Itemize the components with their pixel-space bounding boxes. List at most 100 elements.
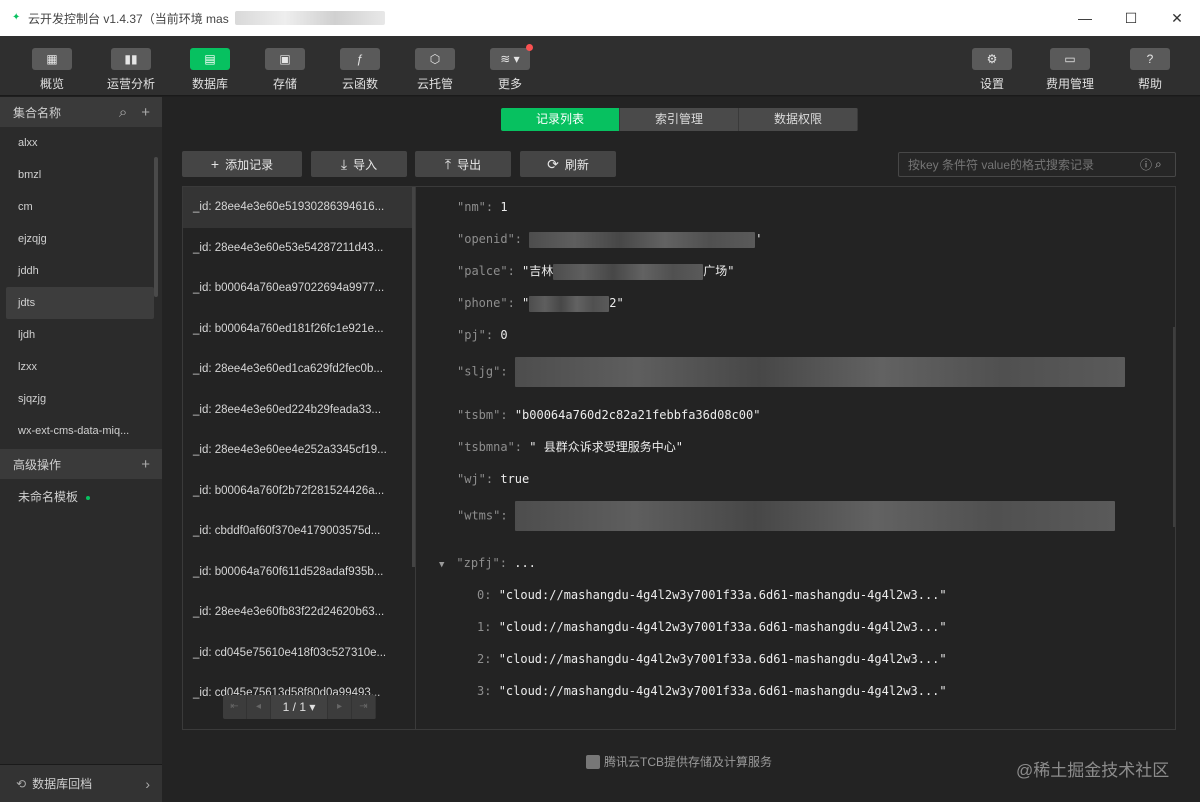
field-key: "nm": (457, 200, 494, 214)
template-item[interactable]: 未命名模板 (0, 479, 162, 515)
toolbar-database-button[interactable]: ▤ 数据库 (180, 48, 240, 92)
array-item[interactable]: 0: "cloud://mashangdu-4g4l2w3y7001f33a.6… (477, 585, 947, 605)
record-list-scrollbar[interactable] (412, 187, 415, 567)
collection-item[interactable]: cm (0, 191, 162, 223)
search-icon[interactable]: ⌕ (119, 104, 127, 121)
toolbar-billing-button[interactable]: ▭ 费用管理 (1040, 48, 1100, 92)
main-toolbar: ▦ 概览 ▮▮ 运营分析 ▤ 数据库 ▣ 存储 ƒ 云函数 ⬡ 云托管 ≋ ▾ … (0, 36, 1200, 96)
last-page-button[interactable]: ⇥ (352, 695, 376, 719)
collection-scrollbar[interactable] (154, 157, 158, 297)
record-item-selected[interactable]: _id: 28ee4e3e60e51930286394616... (183, 187, 415, 228)
collection-item[interactable]: lzxx (0, 351, 162, 383)
record-item[interactable]: _id: b00064a760ea97022694a9977... (183, 268, 415, 309)
tab-indexes[interactable]: 索引管理 (620, 108, 739, 131)
array-value: "cloud://mashangdu-4g4l2w3y7001f33a.6d61… (498, 652, 947, 666)
array-item[interactable]: 2: "cloud://mashangdu-4g4l2w3y7001f33a.6… (477, 649, 947, 669)
field-palce[interactable]: "palce": "吉林 广场" (457, 261, 735, 281)
import-button[interactable]: ⤓ 导入 (311, 151, 407, 177)
collection-item[interactable]: ljdh (0, 319, 162, 351)
notification-badge (526, 44, 533, 51)
array-index: 3: (477, 684, 492, 698)
toolbar-more-button[interactable]: ≋ ▾ 更多 (480, 44, 540, 92)
record-item[interactable]: _id: cbddf0af60f370e4179003575d... (183, 511, 415, 552)
detail-scrollbar[interactable] (1173, 327, 1175, 527)
minimize-button[interactable]: — (1062, 0, 1108, 36)
field-tsbm[interactable]: "tsbm": "b00064a760d2c82a21febbfa36d08c0… (457, 405, 760, 425)
toolbar-help-button[interactable]: ? 帮助 (1120, 48, 1180, 92)
record-item[interactable]: _id: 28ee4e3e60ee4e252a3345cf19... (183, 430, 415, 471)
field-wtms[interactable]: "wtms": (457, 501, 1115, 541)
field-wj[interactable]: "wj": true (457, 469, 529, 489)
toolbar-label: 运营分析 (106, 77, 155, 91)
record-item[interactable]: _id: 28ee4e3e60fb83f22d24620b63... (183, 592, 415, 633)
add-template-icon[interactable]: + (141, 456, 150, 473)
collection-item[interactable]: wx-ext-cms-data-miq... (0, 415, 162, 447)
app-logo-icon: ✦ (12, 12, 21, 23)
field-openid[interactable]: "openid": ' (457, 229, 763, 249)
toolbar-settings-button[interactable]: ⚙ 设置 (962, 48, 1022, 92)
field-key: "tsbm": (457, 408, 508, 422)
redacted-value (514, 357, 1125, 387)
array-item[interactable]: 1: "cloud://mashangdu-4g4l2w3y7001f33a.6… (477, 617, 947, 637)
add-record-button[interactable]: + 添加记录 (182, 151, 302, 177)
refresh-button[interactable]: ⟳ 刷新 (520, 151, 616, 177)
search-icon[interactable]: ⌕ (1155, 157, 1162, 172)
collection-item[interactable]: sjqzjg (0, 383, 162, 415)
status-dot-icon (86, 495, 91, 500)
gear-icon: ⚙ (972, 48, 1012, 70)
plus-icon: + (210, 156, 220, 172)
bar-chart-icon: ▮▮ (111, 48, 151, 70)
field-tsbmna[interactable]: "tsbmna": " 县群众诉求受理服务中心" (457, 437, 683, 457)
database-rollback-button[interactable]: ⟲ 数据库回档 › (0, 764, 162, 802)
prev-page-button[interactable]: ◂ (247, 695, 271, 719)
add-record-label: 添加记录 (225, 157, 274, 172)
collection-item[interactable]: jddh (0, 255, 162, 287)
tab-records[interactable]: 记录列表 (501, 108, 620, 131)
redacted-value (529, 231, 756, 248)
field-value: "吉林 (522, 264, 554, 278)
toolbar-overview-button[interactable]: ▦ 概览 (22, 48, 82, 92)
tencent-cloud-icon (586, 754, 600, 769)
field-value: 2" (609, 296, 624, 310)
field-nm[interactable]: "nm": 1 (457, 197, 508, 217)
close-button[interactable]: ✕ (1154, 0, 1200, 36)
toolbar-cloudhost-button[interactable]: ⬡ 云托管 (405, 48, 465, 92)
field-key: "sljg": (457, 364, 508, 379)
record-item[interactable]: _id: b00064a760f2b72f281524426a... (183, 471, 415, 512)
toolbar-analytics-button[interactable]: ▮▮ 运营分析 (101, 48, 161, 92)
tab-permissions[interactable]: 数据权限 (739, 108, 858, 131)
field-zpfj[interactable]: ▼ "zpfj": ... (439, 553, 536, 573)
record-item[interactable]: _id: b00064a760f611d528adaf935b... (183, 552, 415, 593)
field-sljg[interactable]: "sljg": (457, 357, 1125, 397)
field-key: "phone": (457, 296, 515, 310)
collection-item[interactable]: bmzl (0, 159, 162, 191)
record-item[interactable]: _id: 28ee4e3e60ed224b29feada33... (183, 390, 415, 431)
toolbar-label: 更多 (497, 77, 522, 91)
export-button[interactable]: ⤒ 导出 (415, 151, 511, 177)
info-icon[interactable]: ⓘ (1140, 156, 1152, 173)
record-item[interactable]: _id: b00064a760ed181f26fc1e921e... (183, 309, 415, 350)
array-value: "cloud://mashangdu-4g4l2w3y7001f33a.6d61… (498, 684, 947, 698)
collapse-triangle-icon[interactable]: ▼ (439, 560, 444, 570)
field-pj[interactable]: "pj": 0 (457, 325, 508, 345)
record-item[interactable]: _id: 28ee4e3e60e53e54287211d43... (183, 228, 415, 269)
field-value: " (522, 296, 530, 310)
add-collection-icon[interactable]: + (141, 104, 150, 121)
toolbar-functions-button[interactable]: ƒ 云函数 (330, 48, 390, 92)
toolbar-storage-button[interactable]: ▣ 存储 (255, 48, 315, 92)
field-phone[interactable]: "phone": " 2" (457, 293, 624, 313)
help-icon: ? (1130, 48, 1170, 70)
first-page-button[interactable]: ⇤ (223, 695, 247, 719)
maximize-button[interactable]: ☐ (1108, 0, 1154, 36)
collection-item[interactable]: alxx (0, 127, 162, 159)
page-select[interactable]: 1 / 1 ▾ (271, 695, 328, 719)
field-key: "openid": (457, 232, 523, 246)
collection-item-selected[interactable]: jdts (6, 287, 154, 319)
layers-icon: ≋ ▾ (490, 44, 533, 70)
collection-item[interactable]: ejzqjg (0, 223, 162, 255)
record-item[interactable]: _id: 28ee4e3e60ed1ca629fd2fec0b... (183, 349, 415, 390)
record-search-input[interactable] (898, 152, 1176, 177)
record-item[interactable]: _id: cd045e75610e418f03c527310e... (183, 633, 415, 674)
next-page-button[interactable]: ▸ (328, 695, 352, 719)
array-item[interactable]: 3: "cloud://mashangdu-4g4l2w3y7001f33a.6… (477, 681, 947, 701)
